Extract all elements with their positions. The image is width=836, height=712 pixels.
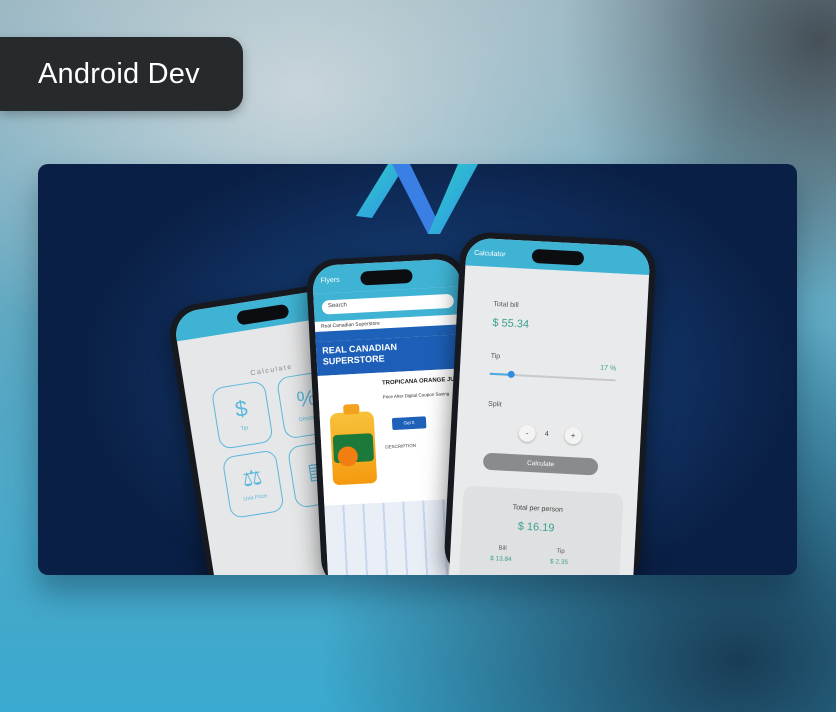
tip-result-label: Tip — [556, 548, 565, 555]
dollar-icon: $ — [233, 395, 250, 422]
result-panel: Total per person $ 16.19 Bill $ 13.84 Ti… — [457, 485, 624, 575]
app-logo — [356, 164, 478, 234]
badge-label: Android Dev — [38, 57, 200, 90]
tip-slider-knob[interactable] — [507, 370, 515, 379]
bill-value: $ 13.84 — [489, 555, 512, 564]
split-value: 4 — [544, 430, 549, 438]
scale-icon: ⚖ — [240, 463, 264, 492]
total-per-person-value: $ 16.19 — [517, 520, 555, 535]
search-input[interactable]: Search — [321, 293, 455, 315]
product-subtitle: Price After Digital Coupon Saving — [382, 391, 450, 400]
split-minus-button[interactable]: - — [518, 424, 537, 443]
tip-label: Tip — [490, 352, 501, 361]
phone-notch — [360, 268, 413, 286]
split-plus-button[interactable]: + — [564, 426, 583, 445]
tip-value: 17 % — [600, 364, 617, 373]
total-bill-input[interactable]: $ 55.34 — [492, 317, 529, 331]
tip-slider[interactable] — [489, 370, 616, 381]
hero-card: Calculate $ Tip % Discount ⚖ Unit Price … — [38, 164, 797, 575]
product-description: DESCRIPTION — [385, 442, 417, 450]
unit-price-tile[interactable]: ⚖ Unit Price — [221, 449, 285, 520]
phone-tip-calculator: Calculator Total bill $ 55.34 Tip 17 % S… — [443, 231, 657, 575]
phone-notch — [531, 248, 585, 266]
calculate-button[interactable]: Calculate — [482, 452, 599, 476]
total-per-person-label: Total per person — [512, 504, 564, 514]
tip-tile[interactable]: $ Tip — [210, 380, 274, 450]
bill-label: Bill — [498, 545, 507, 552]
tip-result-value: $ 2.35 — [549, 558, 569, 567]
total-bill-label: Total bill — [493, 300, 519, 310]
split-label: Split — [487, 400, 502, 409]
get-it-button[interactable]: Get It — [391, 416, 427, 431]
category-badge: Android Dev — [0, 37, 243, 111]
